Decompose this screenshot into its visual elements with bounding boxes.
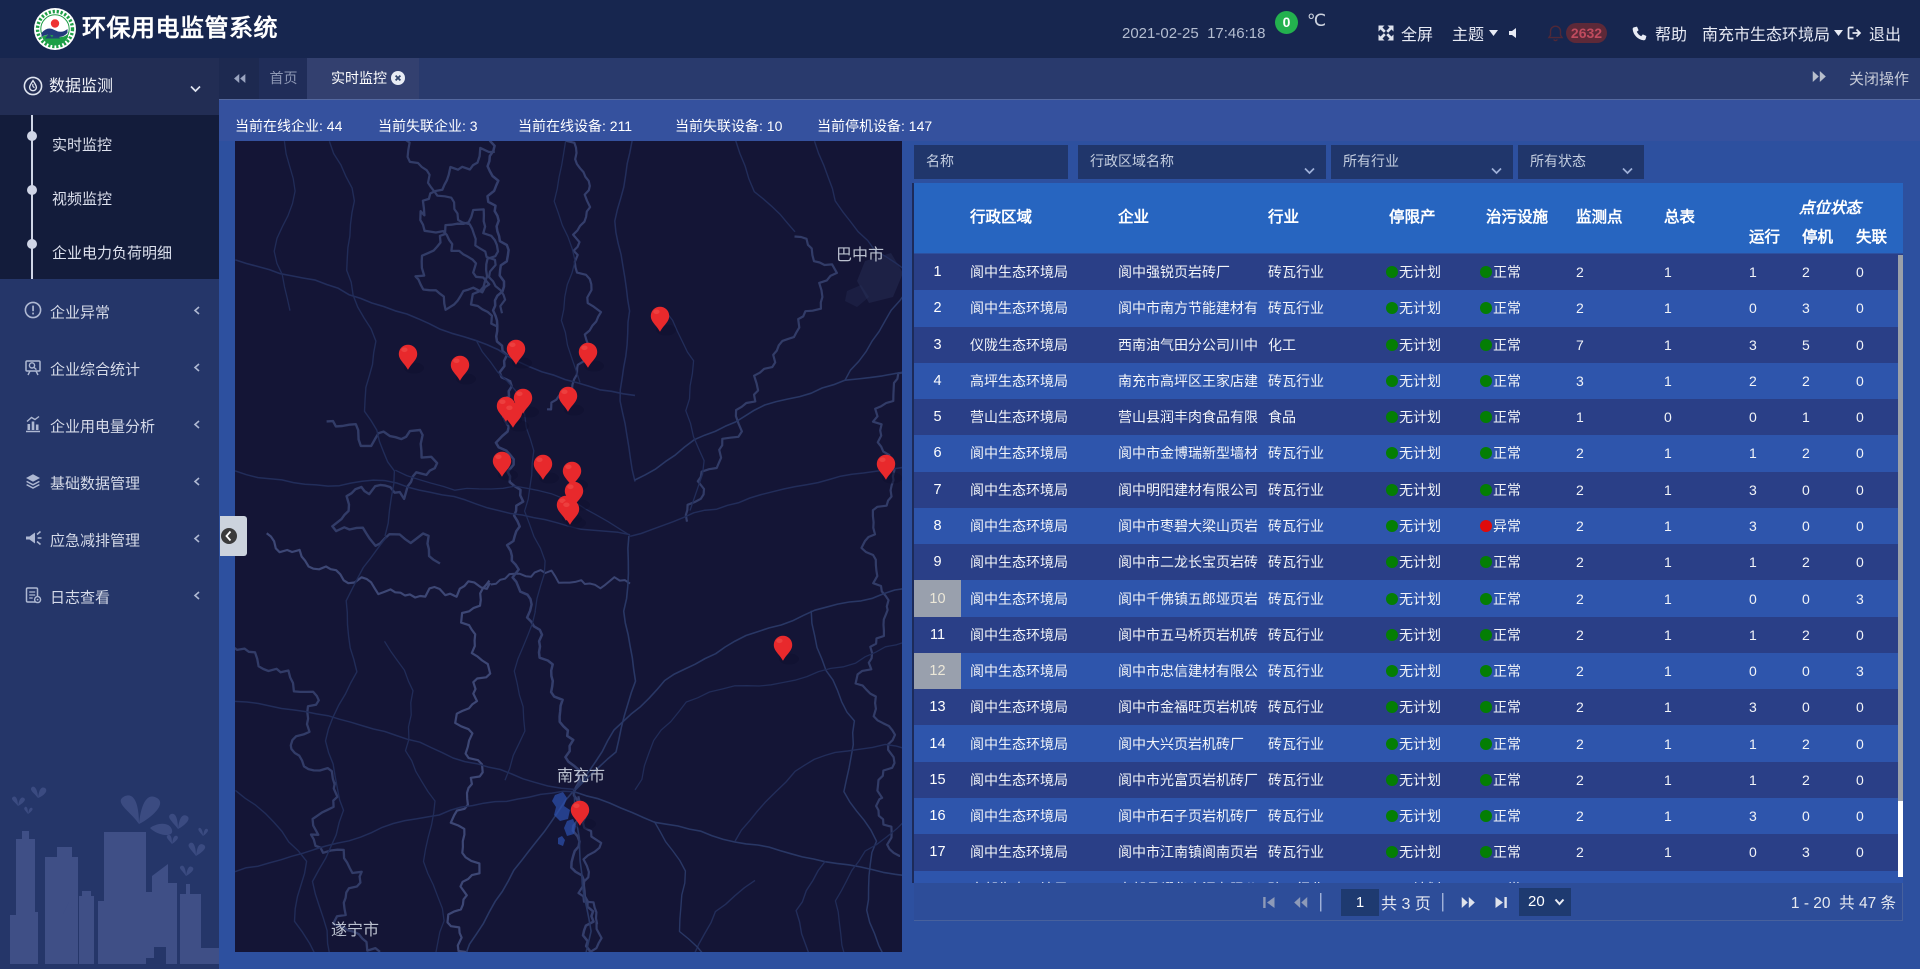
- svg-text:巴中市: 巴中市: [836, 246, 884, 264]
- svg-text:遂宁市: 遂宁市: [331, 921, 379, 939]
- svg-text:南充市: 南充市: [557, 767, 605, 785]
